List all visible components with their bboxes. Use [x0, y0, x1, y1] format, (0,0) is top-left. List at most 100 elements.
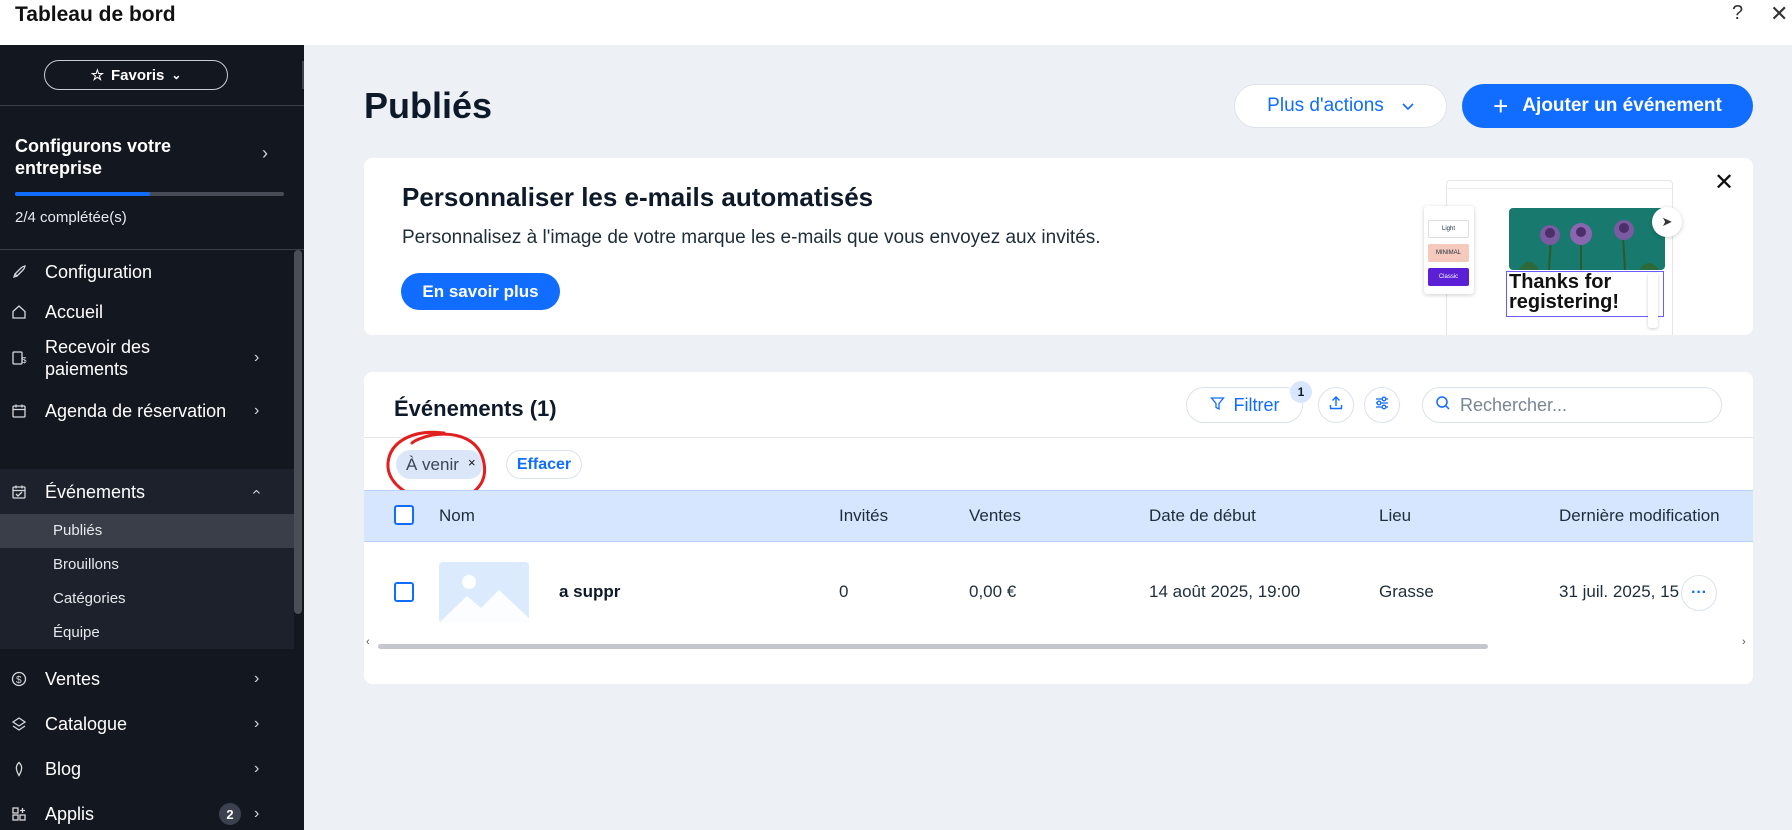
row-more-actions-button[interactable]: ···	[1681, 575, 1717, 611]
theme-minimal: MINIMAL	[1428, 244, 1469, 262]
add-event-label: Ajouter un événement	[1522, 95, 1722, 116]
scroll-left-icon[interactable]: ‹	[366, 636, 370, 648]
star-icon: ☆	[90, 67, 105, 84]
horizontal-scrollbar[interactable]	[378, 644, 1488, 649]
setup-progress-fill	[15, 192, 150, 196]
upload-icon	[1328, 395, 1344, 415]
column-last-modified[interactable]: Dernière modification	[1559, 506, 1720, 526]
sidebar-item-payments[interactable]: $ Recevoir des paiements ›	[0, 335, 294, 381]
chevron-right-icon[interactable]: ›	[262, 143, 268, 164]
favorites-button[interactable]: ☆ Favoris ⌄	[44, 60, 228, 90]
sidebar: ☆ Favoris ⌄ Configurons votre entreprise…	[0, 45, 304, 830]
sidebar-item-configuration[interactable]: Configuration	[0, 252, 294, 292]
filter-icon	[1209, 395, 1225, 416]
promo-title: Personnaliser les e-mails automatisés	[402, 182, 874, 212]
sidebar-item-booking[interactable]: Agenda de réservation ›	[0, 391, 294, 431]
sidebar-subitem-drafts[interactable]: Brouillons	[0, 548, 294, 582]
sliders-icon	[1374, 395, 1390, 415]
learn-more-button[interactable]: En savoir plus	[401, 273, 560, 310]
sidebar-subitem-categories[interactable]: Catégories	[0, 582, 294, 616]
sidebar-item-label: Applis	[45, 804, 95, 824]
preview-headline: Thanks for registering!	[1506, 271, 1664, 317]
sidebar-subitem-team[interactable]: Équipe	[0, 616, 294, 650]
column-place[interactable]: Lieu	[1379, 506, 1411, 526]
chevron-down-icon: ⌄	[171, 68, 182, 82]
column-guests[interactable]: Invités	[839, 506, 888, 526]
search-input[interactable]	[1460, 394, 1700, 416]
more-actions-button[interactable]: Plus d'actions	[1234, 84, 1447, 128]
filter-chip-upcoming[interactable]: À venir ×	[396, 450, 483, 479]
sidebar-item-label: Événements	[45, 481, 146, 502]
sidebar-item-events[interactable]: Événements ›	[0, 469, 294, 514]
theme-classic: Classic	[1428, 268, 1469, 286]
tools-strip	[1648, 273, 1658, 328]
event-place: Grasse	[1379, 582, 1434, 601]
event-name[interactable]: a suppr	[559, 582, 620, 602]
scroll-right-icon[interactable]: ›	[1742, 636, 1746, 648]
sidebar-item-label: Catalogue	[45, 714, 128, 734]
calendar-icon	[10, 402, 28, 420]
sidebar-item-apps[interactable]: Applis 2 ›	[0, 794, 294, 830]
search-field[interactable]	[1422, 387, 1722, 423]
sidebar-item-label: Agenda de réservation	[45, 401, 227, 421]
events-table-card: Événements (1) Filtrer 1 À veni	[364, 372, 1753, 684]
apps-icon	[10, 805, 28, 823]
sidebar-subitem-published[interactable]: Publiés	[0, 514, 294, 548]
apps-count-badge: 2	[219, 803, 241, 825]
column-name[interactable]: Nom	[439, 506, 475, 526]
chevron-right-icon: ›	[254, 402, 260, 419]
plus-icon: +	[1493, 91, 1509, 121]
events-title: Événements (1)	[394, 396, 557, 421]
subitem-label: Brouillons	[53, 556, 119, 573]
divider	[0, 105, 304, 106]
events-icon	[10, 483, 28, 501]
column-start-date[interactable]: Date de début	[1149, 506, 1256, 526]
chevron-up-icon: ›	[247, 488, 265, 495]
select-all-checkbox[interactable]	[394, 505, 414, 525]
event-guests: 0	[839, 582, 849, 601]
more-actions-label: Plus d'actions	[1267, 95, 1384, 116]
filter-count-badge: 1	[1290, 381, 1312, 403]
sidebar-scrollbar[interactable]	[294, 250, 302, 614]
filter-button[interactable]: Filtrer	[1186, 387, 1303, 423]
theme-light: Light	[1428, 220, 1469, 238]
column-sales[interactable]: Ventes	[969, 506, 1021, 526]
chevron-right-icon: ›	[254, 670, 260, 687]
preview-topbar	[1447, 181, 1674, 189]
help-icon[interactable]: ?	[1732, 2, 1743, 25]
sidebar-item-label: Configuration	[45, 262, 153, 282]
chevron-down-icon	[1402, 95, 1414, 117]
svg-text:$: $	[16, 675, 22, 686]
table-header: Nom Invités Ventes Date de début Lieu De…	[364, 490, 1753, 542]
main-content: Publiés Plus d'actions + Ajouter un évén…	[304, 45, 1792, 830]
sidebar-item-accueil[interactable]: Accueil	[0, 292, 294, 332]
close-icon[interactable]: ✕	[1714, 168, 1734, 197]
chevron-right-icon: ›	[254, 349, 260, 366]
remove-chip-icon[interactable]: ×	[468, 455, 476, 470]
chip-label: À venir	[406, 454, 459, 474]
table-row[interactable]: a suppr 0 0,00 € 14 août 2025, 19:00 Gra…	[364, 542, 1753, 642]
export-button[interactable]	[1318, 387, 1354, 423]
sidebar-item-catalog[interactable]: Catalogue ›	[0, 704, 294, 744]
row-checkbox[interactable]	[394, 582, 414, 602]
clear-filters-button[interactable]: Effacer	[506, 450, 582, 479]
rocket-icon	[10, 263, 28, 281]
setup-title[interactable]: Configurons votre entreprise	[15, 135, 255, 179]
add-event-button[interactable]: + Ajouter un événement	[1462, 84, 1753, 128]
chevron-right-icon: ›	[254, 760, 260, 777]
search-icon	[1435, 395, 1451, 416]
window-titlebar: Tableau de bord ? ✕	[0, 0, 1792, 45]
customize-columns-button[interactable]	[1364, 387, 1400, 423]
catalog-icon	[10, 715, 28, 733]
event-last-modified: 31 juil. 2025, 15	[1559, 582, 1680, 601]
setup-progress-text: 2/4 complétée(s)	[15, 209, 127, 226]
sidebar-item-sales[interactable]: $ Ventes ›	[0, 659, 294, 699]
sidebar-item-label: Blog	[45, 759, 82, 779]
close-icon[interactable]: ✕	[1770, 1, 1788, 27]
sidebar-item-blog[interactable]: Blog ›	[0, 749, 294, 789]
preview-frame: Thanks for registering!	[1446, 180, 1674, 335]
payment-icon: $	[10, 349, 28, 367]
chevron-right-icon: ›	[254, 715, 260, 732]
promo-banner: Personnaliser les e-mails automatisés Pe…	[364, 158, 1753, 335]
sidebar-item-label: Recevoir des paiements	[45, 337, 151, 379]
